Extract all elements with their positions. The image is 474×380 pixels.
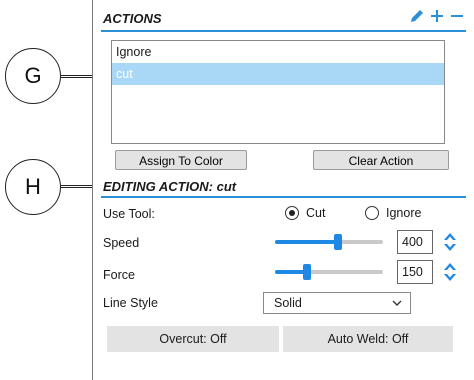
- force-label: Force: [103, 268, 135, 282]
- radio-ignore-label: Ignore: [386, 206, 422, 220]
- actions-header-icons: [408, 7, 466, 25]
- callout-circle-h: H: [5, 159, 61, 215]
- speed-label: Speed: [103, 236, 140, 250]
- speed-slider[interactable]: [275, 234, 383, 250]
- callout-letter-g: G: [24, 63, 42, 88]
- actions-panel: ACTIONS Ignore cut Assign To Color Clear…: [92, 0, 474, 380]
- clear-action-button[interactable]: Clear Action: [313, 150, 449, 170]
- list-item-cut[interactable]: cut: [112, 63, 444, 85]
- force-input[interactable]: 150: [397, 260, 433, 284]
- use-tool-label: Use Tool:: [103, 207, 155, 221]
- speed-slider-thumb[interactable]: [333, 234, 342, 250]
- actions-list[interactable]: Ignore cut: [111, 40, 445, 144]
- force-slider[interactable]: [275, 264, 383, 280]
- line-style-label: Line Style: [103, 296, 158, 310]
- overcut-toggle[interactable]: Overcut: Off: [107, 326, 279, 352]
- assign-to-color-button[interactable]: Assign To Color: [115, 150, 247, 170]
- line-style-select[interactable]: Solid: [263, 292, 411, 314]
- radio-ignore-indicator[interactable]: [365, 206, 379, 220]
- chevron-down-icon: [392, 300, 402, 306]
- speed-spinner-icon[interactable]: [443, 231, 457, 253]
- editing-header: EDITING ACTION: cut: [101, 176, 466, 198]
- line-style-value: Solid: [274, 296, 302, 310]
- actions-header: ACTIONS: [101, 6, 466, 32]
- speed-slider-fill: [275, 240, 338, 244]
- minus-icon[interactable]: [448, 7, 466, 25]
- plus-icon[interactable]: [428, 7, 446, 25]
- radio-ignore[interactable]: Ignore: [365, 206, 421, 220]
- pencil-icon[interactable]: [408, 7, 426, 25]
- force-spinner-icon[interactable]: [443, 261, 457, 283]
- actions-title: ACTIONS: [103, 11, 162, 26]
- radio-cut-label: Cut: [306, 206, 326, 220]
- radio-cut-indicator[interactable]: [285, 206, 299, 220]
- list-item-ignore[interactable]: Ignore: [112, 41, 444, 63]
- editing-title: EDITING ACTION: cut: [103, 179, 237, 194]
- force-slider-thumb[interactable]: [303, 264, 312, 280]
- speed-input[interactable]: 400: [397, 230, 433, 254]
- auto-weld-toggle[interactable]: Auto Weld: Off: [283, 326, 453, 352]
- callout-circle-g: G: [5, 48, 61, 104]
- radio-cut[interactable]: Cut: [285, 206, 325, 220]
- callout-letter-h: H: [25, 174, 41, 199]
